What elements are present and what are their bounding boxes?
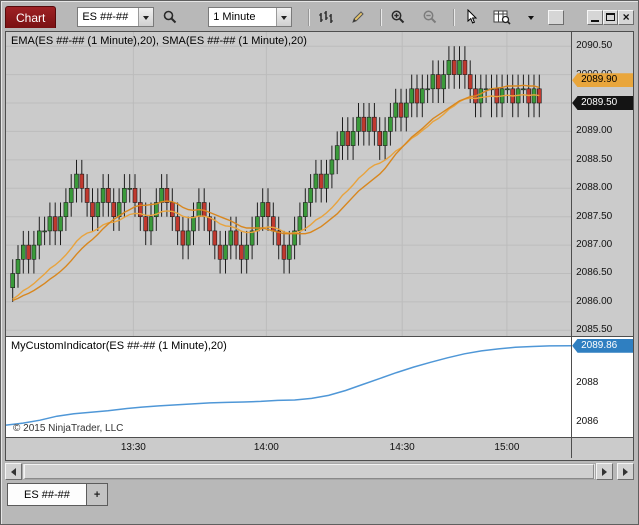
- price-tag: 2089.90: [572, 73, 633, 87]
- minimize-icon: [591, 20, 599, 22]
- cursor-button[interactable]: [460, 7, 482, 27]
- zoom-in-button[interactable]: [387, 7, 409, 27]
- zoom-out-icon: [422, 9, 438, 25]
- instrument-select[interactable]: ES ##-##: [77, 7, 153, 27]
- cursor-icon: [463, 9, 479, 25]
- window-title-tab[interactable]: Chart: [5, 6, 56, 28]
- toolbar-separator: [453, 9, 454, 26]
- instrument-search-button[interactable]: [159, 7, 181, 27]
- maximize-button[interactable]: [603, 10, 619, 25]
- toolbar-separator: [380, 9, 381, 26]
- indicator-axis[interactable]: 2088 2086 2089.86: [571, 337, 633, 437]
- add-tab-button[interactable]: +: [87, 483, 108, 506]
- instrument-value: ES ##-##: [78, 11, 137, 23]
- overlay-indicators-label: EMA(ES ##-## (1 Minute),20), SMA(ES ##-#…: [11, 35, 307, 47]
- maximize-icon: [606, 13, 615, 21]
- arrow-left-icon: [11, 468, 16, 476]
- window-extra-button[interactable]: [548, 10, 564, 25]
- tab-bar: ES ##-## +: [5, 483, 634, 506]
- arrow-right-icon: [623, 468, 628, 476]
- axis-corner: [571, 438, 633, 458]
- zoom-out-button[interactable]: [419, 7, 441, 27]
- chart-window: Chart ES ##-## 1 Minute: [0, 0, 639, 525]
- price-axis-label: 2089.00: [576, 125, 612, 136]
- price-axis-label: 2090.50: [576, 40, 612, 51]
- pencil-icon: [350, 9, 366, 25]
- candlestick-chart[interactable]: [6, 32, 571, 336]
- scroll-right-button[interactable]: [596, 463, 613, 480]
- zoom-in-icon: [390, 9, 406, 25]
- chevron-down-icon: [143, 16, 149, 23]
- close-icon: ×: [623, 12, 630, 22]
- drawing-tools-button[interactable]: [347, 7, 369, 27]
- price-axis-label: 2087.00: [576, 239, 612, 250]
- chart-trader-button[interactable]: [492, 7, 514, 27]
- price-axis[interactable]: 2090.502090.002089.502089.002088.502088.…: [571, 32, 633, 336]
- search-icon: [162, 9, 178, 25]
- scrollbar-track[interactable]: [22, 463, 596, 480]
- time-axis-label: 14:00: [249, 442, 283, 453]
- indicator-value-tag: 2089.86: [572, 339, 633, 353]
- more-tools-button[interactable]: [523, 7, 538, 27]
- time-axis-row: 13:30 14:00 14:30 15:00: [6, 437, 633, 458]
- minimize-button[interactable]: [587, 10, 603, 25]
- indicator-label: MyCustomIndicator(ES ##-## (1 Minute),20…: [11, 340, 227, 352]
- time-axis-label: 13:30: [116, 442, 150, 453]
- chart-style-icon: [318, 9, 334, 25]
- price-axis-label: 2088.00: [576, 182, 612, 193]
- indicator-axis-label: 2086: [576, 416, 598, 427]
- copyright-text: © 2015 NinjaTrader, LLC: [13, 423, 123, 434]
- grid-magnifier-icon: [493, 9, 511, 25]
- price-plot[interactable]: EMA(ES ##-## (1 Minute),20), SMA(ES ##-#…: [6, 32, 571, 336]
- scroll-corner-button[interactable]: [617, 463, 634, 480]
- horizontal-scrollbar: [5, 463, 634, 480]
- price-tag: 2089.50: [572, 96, 633, 110]
- interval-dropdown-button[interactable]: [276, 8, 291, 26]
- indicator-line-chart[interactable]: [6, 337, 571, 437]
- chart-area: EMA(ES ##-## (1 Minute),20), SMA(ES ##-#…: [5, 31, 634, 461]
- toolbar: Chart ES ##-## 1 Minute: [5, 4, 634, 30]
- time-axis-label: 15:00: [490, 442, 524, 453]
- toolbar-separator: [308, 9, 309, 26]
- close-button[interactable]: ×: [618, 10, 634, 25]
- price-axis-label: 2088.50: [576, 154, 612, 165]
- price-axis-label: 2086.00: [576, 296, 612, 307]
- price-axis-label: 2086.50: [576, 267, 612, 278]
- time-axis[interactable]: 13:30 14:00 14:30 15:00: [6, 438, 571, 458]
- price-axis-label: 2085.50: [576, 324, 612, 335]
- instrument-dropdown-button[interactable]: [138, 8, 153, 26]
- interval-value: 1 Minute: [209, 11, 276, 23]
- indicator-axis-label: 2088: [576, 377, 598, 388]
- tab-es-instrument[interactable]: ES ##-##: [7, 483, 87, 506]
- chevron-down-icon: [528, 16, 534, 23]
- price-axis-label: 2087.50: [576, 211, 612, 222]
- arrow-right-icon: [602, 468, 607, 476]
- scrollbar-thumb[interactable]: [24, 464, 594, 479]
- price-panel: EMA(ES ##-## (1 Minute),20), SMA(ES ##-#…: [6, 32, 633, 336]
- interval-select[interactable]: 1 Minute: [208, 7, 292, 27]
- scroll-left-button[interactable]: [5, 463, 22, 480]
- chevron-down-icon: [281, 16, 287, 23]
- indicator-plot[interactable]: MyCustomIndicator(ES ##-## (1 Minute),20…: [6, 337, 571, 437]
- chart-style-button[interactable]: [315, 7, 337, 27]
- indicator-panel: MyCustomIndicator(ES ##-## (1 Minute),20…: [6, 336, 633, 437]
- time-axis-label: 14:30: [385, 442, 419, 453]
